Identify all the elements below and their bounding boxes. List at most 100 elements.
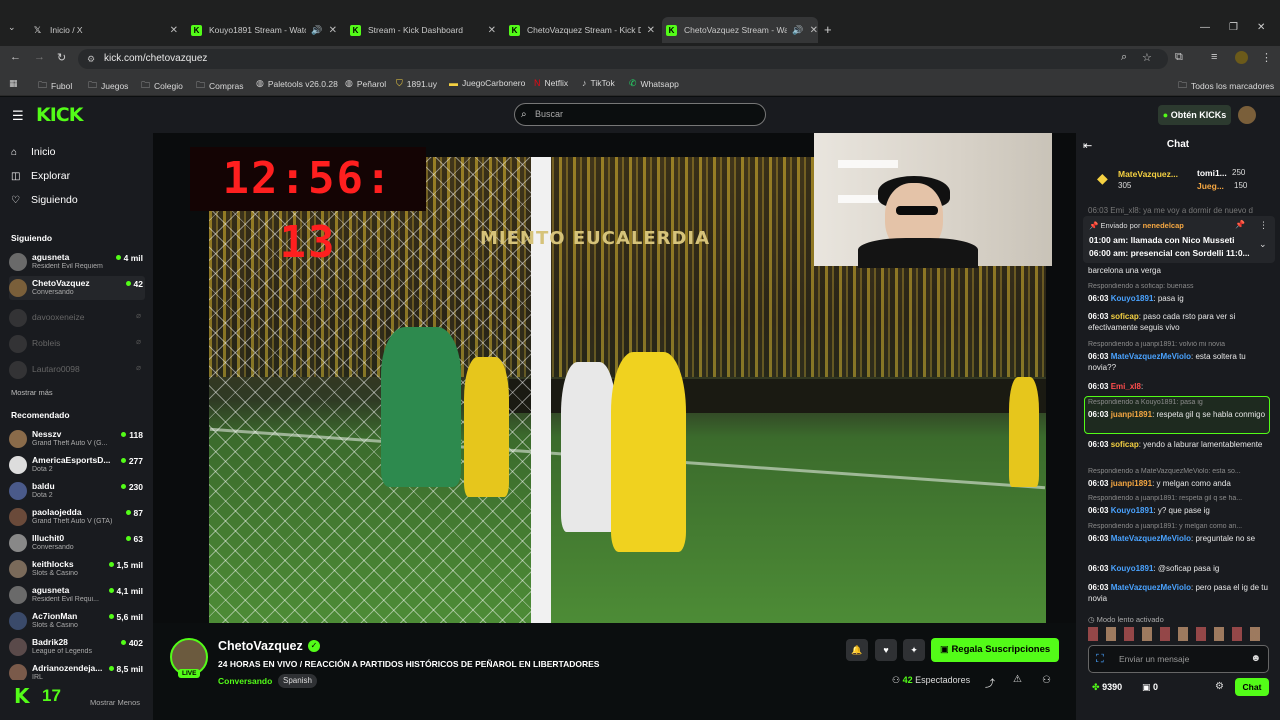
send-chat-button[interactable]: Chat	[1235, 678, 1269, 696]
recommended-item[interactable]: agusneta Resident Evil Requi... 4,1 mil	[9, 583, 145, 607]
window-close-icon[interactable]: ✕	[1257, 22, 1265, 33]
chat-settings-gear-icon[interactable]: ⚙	[1215, 681, 1224, 692]
chat-message[interactable]: 06:03 Kouyo1891: pasa ig	[1088, 293, 1272, 304]
bookmark-paletools[interactable]: ◍ Paletools v26.0.28	[256, 78, 338, 89]
close-icon[interactable]: ✕	[329, 25, 337, 36]
hamburger-menu-icon[interactable]: ☰	[12, 108, 24, 124]
bookmark-colegio[interactable]: 🗀 Colegio	[141, 78, 183, 94]
chevron-down-icon[interactable]: ⌄	[1259, 239, 1267, 250]
chat-message[interactable]: 06:03 MateVazquezMeViolo: pero pasa el i…	[1088, 582, 1272, 604]
bookmark-juegocarbonero[interactable]: ▬ JuegoCarbonero	[449, 78, 525, 88]
extensions-icon[interactable]: ⧉	[1175, 51, 1183, 64]
pin-icon[interactable]: 📌	[1235, 220, 1245, 229]
chat-message[interactable]: 06:03 juanpi1891: respeta gil q se habla…	[1088, 409, 1272, 420]
profile-avatar[interactable]	[1235, 51, 1248, 64]
user-avatar[interactable]	[1238, 106, 1256, 124]
sparkle-icon[interactable]: ✦	[903, 639, 925, 661]
recommended-item[interactable]: Illuchit0 Conversando 63	[9, 531, 145, 555]
all-bookmarks[interactable]: 🗀 Todos los marcadores	[1178, 78, 1274, 94]
message-user[interactable]: Kouyo1891	[1111, 506, 1154, 515]
close-icon[interactable]: ✕	[647, 25, 655, 36]
close-icon[interactable]: ✕	[488, 25, 496, 36]
bookmark-whatsapp[interactable]: ✆ Whatsapp	[629, 78, 679, 89]
recommended-item[interactable]: Badrik28 League of Legends 402	[9, 635, 145, 659]
message-user[interactable]: MateVazquezMeViolo	[1111, 352, 1191, 361]
chat-message[interactable]: 06:03 MateVazquezMeViolo: preguntale no …	[1088, 533, 1272, 544]
following-item[interactable]: davooxeneize ⌀	[9, 306, 145, 330]
share-icon[interactable]: ⤴	[985, 675, 995, 690]
tab-x[interactable]: 𝕏 Inicio / X ✕	[28, 17, 178, 43]
language-tag[interactable]: Spanish	[278, 674, 317, 688]
minimize-icon[interactable]: —	[1200, 22, 1210, 33]
stream-category[interactable]: Conversando	[218, 676, 272, 686]
recommended-item[interactable]: Ac7ionMan Slots & Casino 5,6 mil	[9, 609, 145, 633]
following-item[interactable]: Lautaro0098 ⌀	[9, 358, 145, 382]
site-info-icon[interactable]: ⚙	[87, 49, 95, 69]
chat-message[interactable]: 06:03 soficap: yendo a laburar lamentabl…	[1088, 439, 1272, 450]
recommended-item[interactable]: Nesszv Grand Theft Auto V (G... 118	[9, 427, 145, 451]
bookmark-1891[interactable]: ⛉ 1891.uy	[396, 78, 437, 89]
close-icon[interactable]: ✕	[170, 25, 178, 36]
message-user[interactable]: Kouyo1891	[1111, 564, 1154, 573]
apps-icon[interactable]: ▦	[9, 78, 22, 89]
new-tab-icon[interactable]: +	[824, 22, 832, 37]
leader-name[interactable]: tomi1...	[1197, 168, 1227, 178]
bookmark-tiktok[interactable]: ♪ TikTok	[582, 78, 615, 88]
message-user[interactable]: soficap	[1111, 440, 1139, 449]
nav-inicio[interactable]: ⌂ Inicio	[11, 146, 56, 158]
speaker-icon[interactable]: 🔊	[311, 25, 322, 36]
bookmark-fubol[interactable]: 🗀 Fubol	[38, 78, 72, 94]
message-user[interactable]: juanpi1891	[1111, 479, 1152, 488]
maximize-icon[interactable]: ❐	[1229, 22, 1238, 33]
tab-dashboard[interactable]: K Stream - Kick Dashboard ✕	[346, 17, 496, 43]
message-user[interactable]: soficap	[1111, 312, 1139, 321]
nav-explorar[interactable]: ◫ Explorar	[11, 170, 70, 182]
bookmark-star-icon[interactable]: ☆	[1142, 51, 1152, 64]
following-item[interactable]: ChetoVazquez Conversando 42	[9, 276, 145, 300]
tab-cheto-dashboard[interactable]: K ChetoVazquez Stream - Kick Da ✕	[505, 17, 655, 43]
chat-message-input[interactable]: ⛶ Enviar un mensaje ☻	[1088, 645, 1269, 673]
report-icon[interactable]: ⚠	[1013, 674, 1022, 685]
leader-name[interactable]: Jueg...	[1197, 181, 1224, 191]
back-icon[interactable]: ←	[10, 51, 21, 63]
gift-subscriptions-button[interactable]: ▣ Regala Suscripciones	[931, 638, 1059, 662]
recommended-item[interactable]: baldu Dota 2 230	[9, 479, 145, 503]
chat-message[interactable]: 06:03 juanpi1891: y melgan como anda	[1088, 478, 1272, 489]
reload-icon[interactable]: ↻	[57, 51, 66, 64]
following-item[interactable]: Robleis ⌀	[9, 332, 145, 356]
tab-search-icon[interactable]: ⌄	[8, 22, 16, 33]
close-icon[interactable]: ✕	[810, 25, 818, 36]
leader-name[interactable]: MateVazquez...	[1118, 169, 1178, 179]
tab-kouyo[interactable]: K Kouyo1891 Stream - Watch 🔊 ✕	[187, 17, 337, 43]
chat-message[interactable]: 06:03 MateVazquezMeViolo: esta soltera t…	[1088, 351, 1272, 373]
emoji-icon[interactable]: ☻	[1250, 646, 1261, 672]
message-user[interactable]: Kouyo1891	[1111, 294, 1154, 303]
recommended-item[interactable]: AmericaEsportsD... Dota 2 277	[9, 453, 145, 477]
forward-icon[interactable]: →	[34, 51, 45, 63]
recommended-item[interactable]: paolaojedda Grand Theft Auto V (GTA) 87	[9, 505, 145, 529]
message-user[interactable]: juanpi1891	[1111, 410, 1152, 419]
chat-message[interactable]: 06:03 Emi_xl8:	[1088, 381, 1272, 392]
chat-message[interactable]: 06:03 Kouyo1891: y? que pase ig	[1088, 505, 1272, 516]
message-user[interactable]: Emi_xl8	[1111, 382, 1141, 391]
emote-row[interactable]	[1088, 627, 1268, 641]
message-user[interactable]: MateVazquezMeViolo	[1111, 534, 1191, 543]
chat-message[interactable]: 06:03 soficap: paso cada rsto para ver s…	[1088, 311, 1272, 333]
recommended-item[interactable]: keithlocks Slots & Casino 1,5 mil	[9, 557, 145, 581]
show-less-link[interactable]: Mostrar Menos	[90, 698, 140, 707]
speaker-icon[interactable]: 🔊	[792, 25, 803, 36]
message-user[interactable]: MateVazquezMeViolo	[1111, 583, 1191, 592]
show-more-link[interactable]: Mostrar más	[11, 388, 53, 397]
notifications-bell-icon[interactable]: 🔔	[846, 639, 868, 661]
bookmark-penarol[interactable]: ◍ Peñarol	[345, 78, 386, 89]
bookmark-compras[interactable]: 🗀 Compras	[196, 78, 244, 94]
tab-cheto-watch[interactable]: K ChetoVazquez Stream - Wa 🔊 ✕	[662, 17, 818, 43]
gift-count[interactable]: ▣ 0	[1142, 682, 1158, 693]
menu-icon[interactable]: ⋮	[1261, 51, 1272, 64]
following-item[interactable]: agusneta Resident Evil Requiem 4 mil	[9, 250, 145, 274]
pinned-message[interactable]: 📌 Enviado por nenedelcap 📌 ⋮ 01:00 am: l…	[1083, 216, 1275, 263]
nav-siguiendo[interactable]: ♡ Siguiendo	[11, 194, 78, 206]
kicks-balance[interactable]: ✤ 9390	[1092, 682, 1122, 693]
streamer-name[interactable]: ChetoVazquez	[218, 639, 303, 653]
zoom-icon[interactable]: ⌕	[1121, 51, 1127, 64]
